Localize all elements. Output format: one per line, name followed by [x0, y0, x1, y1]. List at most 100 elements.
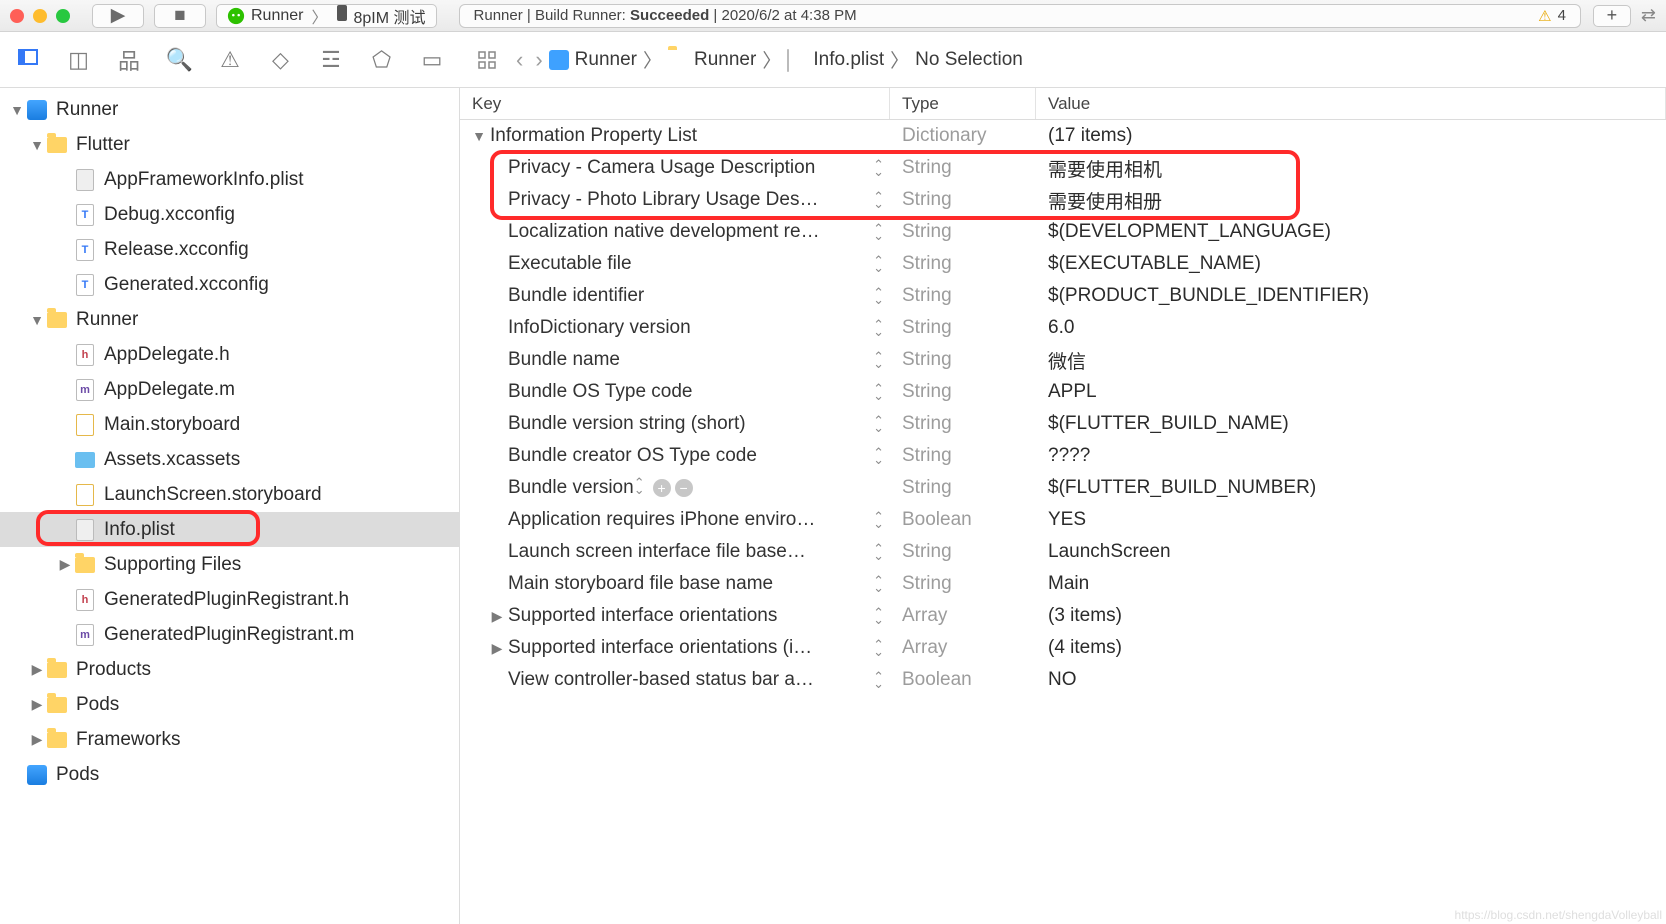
- disclosure-icon[interactable]: ▶: [30, 731, 44, 748]
- stepper-icon[interactable]: ⌃⌄: [873, 449, 884, 463]
- plist-type[interactable]: String: [890, 317, 1036, 339]
- nav-back-button[interactable]: ‹: [516, 47, 523, 73]
- plist-value[interactable]: (4 items): [1036, 637, 1666, 659]
- plist-row[interactable]: View controller-based status bar a…⌃⌄Boo…: [460, 664, 1666, 696]
- plist-type[interactable]: String: [890, 189, 1036, 211]
- plist-row[interactable]: Bundle name⌃⌄String微信: [460, 344, 1666, 376]
- warning-count[interactable]: 4: [1558, 7, 1566, 24]
- plist-value[interactable]: $(DEVELOPMENT_LANGUAGE): [1036, 221, 1666, 243]
- plist-row[interactable]: ▶Supported interface orientations⌃⌄Array…: [460, 600, 1666, 632]
- plist-row[interactable]: Bundle version⌃⌄+−String$(FLUTTER_BUILD_…: [460, 472, 1666, 504]
- plist-type[interactable]: String: [890, 381, 1036, 403]
- stepper-icon[interactable]: ⌃⌄: [873, 385, 884, 399]
- tree-row-release-xcconfig[interactable]: TRelease.xcconfig: [0, 232, 459, 267]
- stepper-icon[interactable]: ⌃⌄: [873, 609, 884, 623]
- stepper-icon[interactable]: ⌃⌄: [873, 353, 884, 367]
- minimize-icon[interactable]: [33, 9, 47, 23]
- tree-row-products[interactable]: ▶Products: [0, 652, 459, 687]
- swap-icon[interactable]: ⇄: [1641, 5, 1656, 26]
- nav-forward-button[interactable]: ›: [535, 47, 542, 73]
- plist-type[interactable]: String: [890, 413, 1036, 435]
- tree-row-appdelegate-m[interactable]: mAppDelegate.m: [0, 372, 459, 407]
- tree-row-runner[interactable]: ▼Runner: [0, 302, 459, 337]
- plist-type[interactable]: String: [890, 285, 1036, 307]
- plist-type[interactable]: Boolean: [890, 669, 1036, 691]
- crumb-3[interactable]: No Selection: [915, 49, 1023, 71]
- disclosure-icon[interactable]: ▶: [30, 661, 44, 678]
- plist-value[interactable]: 6.0: [1036, 317, 1666, 339]
- plist-type[interactable]: String: [890, 221, 1036, 243]
- plist-value[interactable]: YES: [1036, 509, 1666, 531]
- stepper-icon[interactable]: ⌃⌄: [873, 257, 884, 271]
- breakpoint-navigator-icon[interactable]: ⬠: [368, 47, 396, 73]
- tree-row-appdelegate-h[interactable]: hAppDelegate.h: [0, 337, 459, 372]
- disclosure-icon[interactable]: ▼: [10, 102, 24, 118]
- plist-value[interactable]: $(FLUTTER_BUILD_NAME): [1036, 413, 1666, 435]
- tree-row-pods[interactable]: ▶Pods: [0, 687, 459, 722]
- tree-row-generatedpluginregistrant-m[interactable]: mGeneratedPluginRegistrant.m: [0, 617, 459, 652]
- tree-row-assets-xcassets[interactable]: Assets.xcassets: [0, 442, 459, 477]
- disclosure-icon[interactable]: ▶: [58, 556, 72, 573]
- stepper-icon[interactable]: ⌃⌄: [873, 289, 884, 303]
- plist-type[interactable]: String: [890, 349, 1036, 371]
- add-row-button[interactable]: +: [653, 479, 671, 497]
- plist-value[interactable]: LaunchScreen: [1036, 541, 1666, 563]
- stepper-icon[interactable]: ⌃⌄: [873, 545, 884, 559]
- col-key[interactable]: Key: [460, 88, 890, 119]
- stepper-icon[interactable]: ⌃⌄: [873, 417, 884, 431]
- plist-value[interactable]: $(PRODUCT_BUNDLE_IDENTIFIER): [1036, 285, 1666, 307]
- crumb-2[interactable]: Info.plist: [787, 49, 884, 71]
- plist-value[interactable]: 微信: [1036, 347, 1666, 374]
- plist-row[interactable]: ▶Supported interface orientations (i…⌃⌄A…: [460, 632, 1666, 664]
- crumb-0[interactable]: Runner: [549, 49, 637, 71]
- plist-row[interactable]: Launch screen interface file base…⌃⌄Stri…: [460, 536, 1666, 568]
- plist-row[interactable]: Executable file⌃⌄String$(EXECUTABLE_NAME…: [460, 248, 1666, 280]
- plist-value[interactable]: ????: [1036, 445, 1666, 467]
- tree-row-generated-xcconfig[interactable]: TGenerated.xcconfig: [0, 267, 459, 302]
- plist-row[interactable]: Main storyboard file base name⌃⌄StringMa…: [460, 568, 1666, 600]
- tree-row-runner[interactable]: ▼Runner: [0, 92, 459, 127]
- plist-row[interactable]: Bundle creator OS Type code⌃⌄String????: [460, 440, 1666, 472]
- tree-row-flutter[interactable]: ▼Flutter: [0, 127, 459, 162]
- col-type[interactable]: Type: [890, 88, 1036, 119]
- issue-navigator-icon[interactable]: ⚠: [216, 47, 244, 73]
- tree-row-debug-xcconfig[interactable]: TDebug.xcconfig: [0, 197, 459, 232]
- find-navigator-icon[interactable]: 🔍: [166, 47, 194, 73]
- plist-type[interactable]: String: [890, 477, 1036, 499]
- plist-row[interactable]: Application requires iPhone enviro…⌃⌄Boo…: [460, 504, 1666, 536]
- stepper-icon[interactable]: ⌃⌄: [873, 513, 884, 527]
- symbol-navigator-icon[interactable]: 品: [115, 44, 143, 76]
- debug-navigator-icon[interactable]: ☲: [317, 47, 345, 73]
- disclosure-icon[interactable]: ▼: [30, 137, 44, 153]
- stepper-icon[interactable]: ⌃⌄: [873, 673, 884, 687]
- plist-type[interactable]: String: [890, 253, 1036, 275]
- plist-value[interactable]: APPL: [1036, 381, 1666, 403]
- plist-value[interactable]: (3 items): [1036, 605, 1666, 627]
- disclosure-icon[interactable]: ▼: [30, 312, 44, 328]
- tree-row-pods[interactable]: Pods: [0, 757, 459, 792]
- report-navigator-icon[interactable]: ▭: [418, 47, 446, 73]
- plist-type[interactable]: Array: [890, 605, 1036, 627]
- plist-value[interactable]: 需要使用相册: [1036, 187, 1666, 214]
- zoom-icon[interactable]: [56, 9, 70, 23]
- stop-button[interactable]: ■: [154, 4, 206, 28]
- stepper-icon[interactable]: ⌃⌄: [873, 193, 884, 207]
- stepper-icon[interactable]: ⌃⌄: [873, 225, 884, 239]
- tree-row-frameworks[interactable]: ▶Frameworks: [0, 722, 459, 757]
- plist-value[interactable]: Main: [1036, 573, 1666, 595]
- plist-value[interactable]: $(FLUTTER_BUILD_NUMBER): [1036, 477, 1666, 499]
- project-navigator-icon[interactable]: [14, 46, 42, 74]
- plist-type[interactable]: Boolean: [890, 509, 1036, 531]
- plist-root-row[interactable]: ▼Information Property List Dictionary (1…: [460, 120, 1666, 152]
- disclosure-icon[interactable]: ▼: [472, 128, 486, 144]
- related-items-icon[interactable]: [478, 51, 496, 69]
- disclosure-icon[interactable]: ▶: [490, 608, 504, 625]
- remove-row-button[interactable]: −: [675, 479, 693, 497]
- plist-row[interactable]: Localization native development re…⌃⌄Str…: [460, 216, 1666, 248]
- tree-row-appframeworkinfo-plist[interactable]: AppFrameworkInfo.plist: [0, 162, 459, 197]
- stepper-icon[interactable]: ⌃⌄: [873, 641, 884, 655]
- test-navigator-icon[interactable]: ◇: [267, 47, 295, 73]
- tree-row-launchscreen-storyboard[interactable]: LaunchScreen.storyboard: [0, 477, 459, 512]
- plist-type[interactable]: Array: [890, 637, 1036, 659]
- plist-row[interactable]: Privacy - Camera Usage Description⌃⌄Stri…: [460, 152, 1666, 184]
